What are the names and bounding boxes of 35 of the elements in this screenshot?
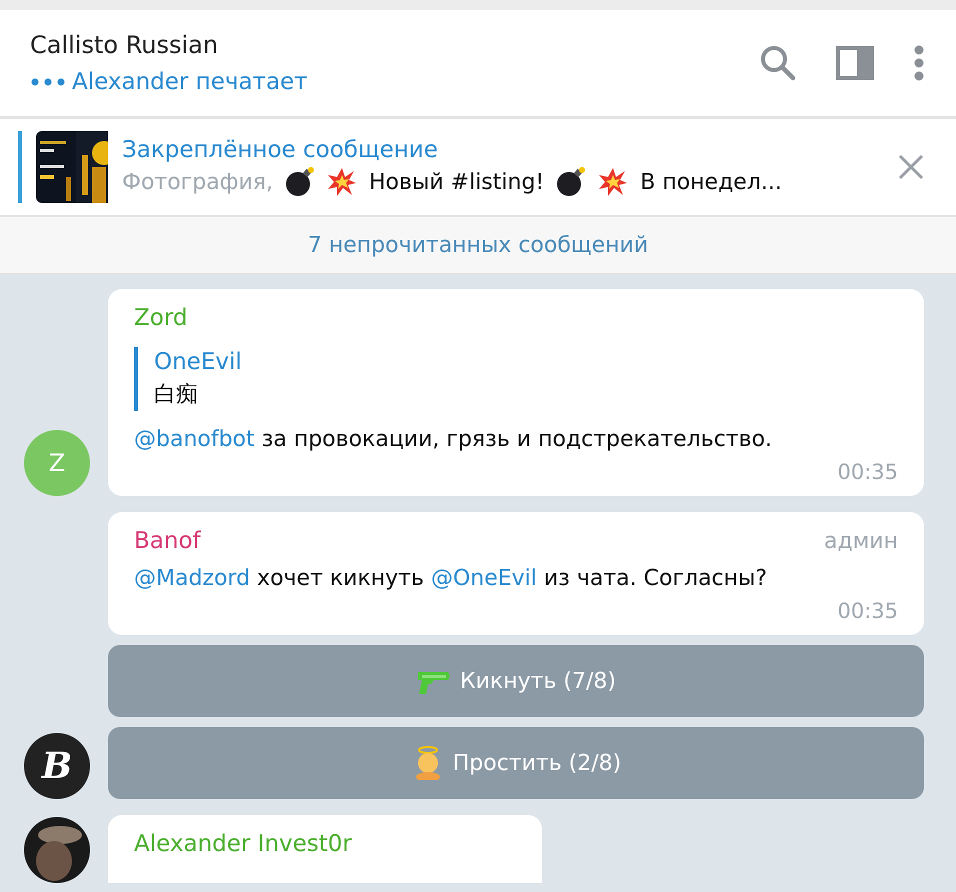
inline-button[interactable]: Простить (2/8)	[108, 727, 924, 799]
sender-name[interactable]: Alexander Invest0r	[134, 831, 352, 857]
reply-author: OneEvil	[154, 349, 243, 375]
preview-label: Фотография,	[122, 170, 274, 194]
inline-button[interactable]: Кикнуть (7/8)	[108, 645, 924, 717]
reply-text: 白痴	[154, 381, 199, 409]
unread-count: 7 непрочитанных сообщений	[308, 232, 648, 258]
bomb-icon	[285, 167, 316, 197]
avatar[interactable]: Z	[24, 430, 90, 496]
typing-icon	[30, 77, 66, 87]
message-text: @Madzord хочет кикнуть @OneEvil из чата. Согласны?	[134, 565, 768, 593]
mention-link[interactable]: @banofbot	[134, 427, 255, 452]
search-icon[interactable]	[760, 45, 796, 81]
sender-name[interactable]: Zord	[134, 305, 188, 331]
typing-status: Alexander печатает	[72, 69, 308, 95]
message-time: 00:35	[836, 599, 898, 623]
reply-quote[interactable]: OneEvil 白痴	[134, 347, 898, 411]
sidebar-icon[interactable]	[836, 46, 874, 80]
mention-link[interactable]: @Madzord	[134, 566, 250, 591]
more-icon[interactable]	[914, 45, 924, 81]
bomb-icon	[556, 167, 586, 197]
mention-link[interactable]: @OneEvil	[430, 566, 537, 591]
chat-title: Callisto Russian	[30, 31, 220, 59]
avatar[interactable]: B	[24, 733, 90, 799]
preview-text: Новый #listing!	[369, 170, 544, 194]
admin-label: админ	[824, 529, 898, 554]
explosion-icon	[598, 167, 628, 197]
sender-name[interactable]: Banof	[134, 528, 201, 554]
pinned-title: Закреплённое сообщение	[122, 137, 439, 163]
explosion-icon	[327, 167, 358, 197]
close-icon[interactable]	[898, 154, 924, 180]
message-time: 00:35	[836, 460, 898, 484]
message-text: @banofbot за провокации, грязь и подстрекательство.	[134, 426, 774, 454]
preview-text: В понедел...	[640, 170, 782, 194]
pinned-message[interactable]: Закреплённое сообщение Фотография, Новый #listing! В понедел...	[0, 119, 956, 217]
